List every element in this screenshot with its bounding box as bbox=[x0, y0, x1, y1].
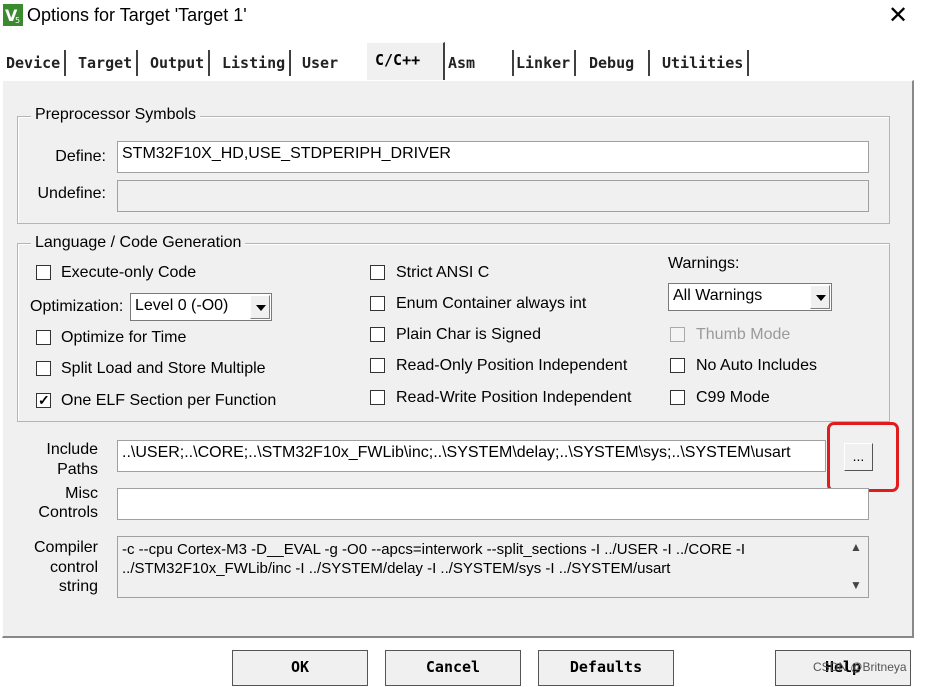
optimization-value: Level 0 (-O0) bbox=[135, 297, 229, 314]
cancel-button[interactable]: Cancel bbox=[385, 650, 521, 686]
compiler-string-line-2: ../STM32F10x_FWLib/inc -I ../SYSTEM/dela… bbox=[122, 560, 671, 577]
compiler-string-label-1: Compiler bbox=[33, 539, 98, 556]
tab-c-cpp-label: C/C++ bbox=[375, 51, 421, 69]
svg-text:5: 5 bbox=[15, 16, 20, 25]
ro-position-checkbox[interactable] bbox=[370, 358, 385, 373]
defaults-button[interactable]: Defaults bbox=[538, 650, 674, 686]
compiler-string-scrollbar[interactable]: ▲ ▼ bbox=[848, 540, 865, 596]
no-auto-includes-label: No Auto Includes bbox=[696, 357, 817, 374]
strict-ansi-label: Strict ANSI C bbox=[396, 264, 490, 281]
undefine-label: Undefine: bbox=[37, 185, 107, 202]
window-title: Options for Target 'Target 1' bbox=[27, 5, 247, 25]
scroll-down-icon[interactable]: ▼ bbox=[850, 578, 862, 592]
execute-only-label: Execute-only Code bbox=[61, 264, 197, 281]
close-icon[interactable]: ✕ bbox=[884, 2, 912, 30]
compiler-string-label-2: control bbox=[49, 559, 98, 576]
tab-utilities[interactable]: Utilities bbox=[658, 50, 750, 76]
optimize-time-label: Optimize for Time bbox=[61, 329, 187, 346]
c99-mode-label: C99 Mode bbox=[696, 389, 770, 406]
plain-char-label: Plain Char is Signed bbox=[396, 326, 541, 343]
compiler-string-box[interactable]: -c --cpu Cortex-M3 -D__EVAL -g -O0 --apc… bbox=[117, 536, 869, 598]
optimize-time-checkbox[interactable] bbox=[36, 330, 51, 345]
thumb-mode-label: Thumb Mode bbox=[696, 326, 791, 343]
scroll-up-icon[interactable]: ▲ bbox=[850, 540, 862, 554]
misc-controls-label-2: Controls bbox=[38, 504, 98, 521]
enum-container-checkbox[interactable] bbox=[370, 296, 385, 311]
compiler-string-line-1: -c --cpu Cortex-M3 -D__EVAL -g -O0 --apc… bbox=[122, 541, 746, 558]
define-input[interactable]: STM32F10X_HD,USE_STDPERIPH_DRIVER bbox=[117, 141, 869, 173]
plain-char-checkbox[interactable] bbox=[370, 327, 385, 342]
optimization-label: Optimization: bbox=[30, 298, 124, 315]
include-paths-label-1: Include bbox=[46, 441, 98, 458]
chevron-down-icon[interactable] bbox=[810, 285, 830, 309]
c99-mode-checkbox[interactable] bbox=[670, 390, 685, 405]
split-load-checkbox[interactable] bbox=[36, 361, 51, 376]
split-load-label: Split Load and Store Multiple bbox=[61, 360, 266, 377]
tab-debug[interactable]: Debug bbox=[585, 50, 650, 76]
misc-controls-label-1: Misc bbox=[65, 485, 98, 502]
tab-listing[interactable]: Listing bbox=[218, 50, 292, 76]
strict-ansi-checkbox[interactable] bbox=[370, 265, 385, 280]
include-paths-label-2: Paths bbox=[57, 461, 98, 478]
highlight-box bbox=[827, 422, 899, 492]
rw-position-checkbox[interactable] bbox=[370, 390, 385, 405]
preprocessor-group-title: Preprocessor Symbols bbox=[31, 106, 200, 124]
tab-target[interactable]: Target bbox=[74, 50, 139, 76]
include-paths-input[interactable]: ..\USER;..\CORE;..\STM32F10x_FWLib\inc;.… bbox=[117, 440, 826, 472]
codegen-group-title: Language / Code Generation bbox=[31, 234, 246, 252]
tab-c-cpp[interactable]: C/C++ bbox=[366, 42, 445, 83]
tab-output[interactable]: Output bbox=[146, 50, 211, 76]
tab-linker[interactable]: Linker bbox=[512, 50, 577, 76]
rw-position-label: Read-Write Position Independent bbox=[396, 389, 632, 406]
keil-app-icon: V 5 bbox=[3, 4, 23, 26]
warnings-value: All Warnings bbox=[673, 287, 763, 304]
no-auto-includes-checkbox[interactable] bbox=[670, 358, 685, 373]
execute-only-checkbox[interactable] bbox=[36, 265, 51, 280]
one-elf-checkbox[interactable]: ✓ bbox=[36, 392, 51, 408]
ro-position-label: Read-Only Position Independent bbox=[396, 357, 628, 374]
undefine-input[interactable] bbox=[117, 180, 869, 212]
chevron-down-icon[interactable] bbox=[250, 295, 270, 319]
checkmark-icon: ✓ bbox=[38, 392, 50, 408]
warnings-select[interactable]: All Warnings bbox=[668, 283, 832, 311]
enum-container-label: Enum Container always int bbox=[396, 295, 587, 312]
watermark: CSDN @Britneya bbox=[813, 660, 907, 674]
tab-user[interactable]: User bbox=[298, 50, 368, 76]
warnings-label: Warnings: bbox=[668, 255, 740, 272]
tab-asm[interactable]: Asm bbox=[444, 50, 514, 76]
thumb-mode-checkbox[interactable] bbox=[670, 327, 685, 342]
compiler-string-label-3: string bbox=[58, 578, 98, 595]
define-label: Define: bbox=[55, 148, 106, 165]
one-elf-label: One ELF Section per Function bbox=[61, 392, 277, 409]
optimization-select[interactable]: Level 0 (-O0) bbox=[130, 293, 272, 321]
tab-device[interactable]: Device bbox=[2, 50, 67, 76]
ok-button[interactable]: OK bbox=[232, 650, 368, 686]
title-bar: V 5 Options for Target 'Target 1' ✕ bbox=[0, 0, 927, 36]
misc-controls-input[interactable] bbox=[117, 488, 869, 520]
